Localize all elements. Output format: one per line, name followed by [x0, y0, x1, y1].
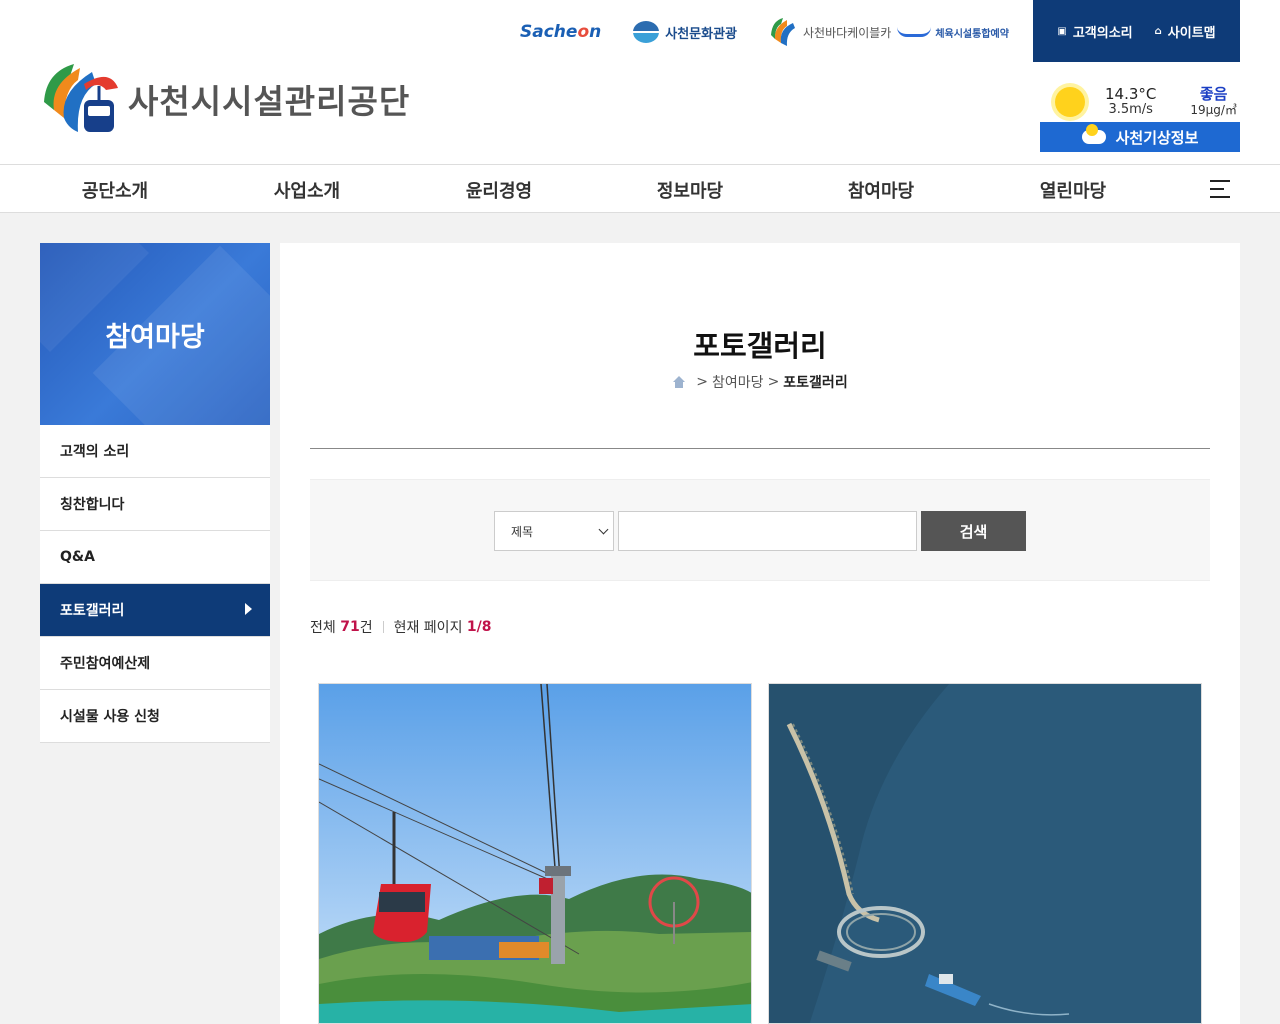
- site-logo[interactable]: 사천시시설관리공단: [40, 62, 410, 136]
- gnb-business[interactable]: 사업소개: [217, 177, 397, 203]
- sports-reservation-label: 체육시설통합예약: [935, 28, 1009, 40]
- sidebar-item-label: 주민참여예산제: [60, 656, 151, 672]
- sachon-logo-prefix: Sache: [520, 22, 578, 42]
- gnb-open-forum[interactable]: 열린마당: [983, 177, 1163, 203]
- all-menu-icon[interactable]: [1210, 180, 1230, 198]
- search-field-select[interactable]: 제목: [494, 511, 614, 551]
- breadcrumb-separator: >: [767, 374, 780, 390]
- search-keyword-input[interactable]: [618, 511, 917, 551]
- home-icon[interactable]: [672, 376, 686, 388]
- sidebar-item-label: 포토갤러리: [60, 603, 125, 619]
- breadcrumb-parent[interactable]: 참여마당: [712, 372, 764, 392]
- total-label: 전체: [310, 620, 336, 636]
- sitemap-link[interactable]: ⌂ 사이트맵: [1155, 22, 1216, 41]
- temperature: 14.3°C: [1105, 85, 1157, 103]
- page-label: 현재 페이지: [393, 620, 463, 636]
- gnb-about[interactable]: 공단소개: [25, 177, 205, 203]
- weather-info-button[interactable]: 사천기상정보: [1040, 122, 1240, 152]
- logo-mark-icon: [40, 62, 120, 136]
- sidebar-item-label: Q&A: [60, 549, 95, 565]
- gnb-information[interactable]: 정보마당: [600, 177, 780, 203]
- total-unit: 건: [359, 620, 373, 636]
- culture-tourism-label: 사천문화관광: [665, 26, 737, 42]
- weather-info-label: 사천기상정보: [1115, 128, 1199, 147]
- customer-voice-label: 고객의소리: [1072, 25, 1133, 41]
- sitemap-label: 사이트맵: [1167, 25, 1216, 41]
- sachon-logo-accent: o: [577, 22, 590, 42]
- breadcrumb: > 참여마당 > 포토갤러리: [280, 372, 1240, 392]
- sunny-icon: [1055, 87, 1085, 117]
- air-quality-status: 좋음: [1199, 85, 1228, 103]
- cablecar-link[interactable]: 사천바다케이블카 체육시설통합예약: [769, 17, 1041, 47]
- wind-speed: 3.5m/s: [1108, 102, 1153, 117]
- chevron-down-icon: [598, 524, 609, 535]
- total-value: 71: [340, 619, 360, 635]
- breadcrumb-separator: >: [696, 374, 709, 390]
- sidebar-item-label: 시설물 사용 신청: [60, 709, 160, 725]
- sports-reservation-link[interactable]: 체육시설통합예약: [897, 25, 1009, 40]
- sidebar-item-praise[interactable]: 칭찬합니다: [40, 478, 270, 531]
- gnb-participation[interactable]: 참여마당: [791, 177, 971, 203]
- sachon-logo-suffix: n: [589, 22, 602, 42]
- count-divider: [382, 621, 384, 633]
- gallery-item-cablecar-photo[interactable]: [318, 683, 752, 1024]
- customer-voice-link[interactable]: ▣ 고객의소리: [1057, 22, 1132, 41]
- site-header: 사천시시설관리공단 Sache o n 사천문화관광 사천바다케이블카 체육시설통합…: [0, 0, 1280, 164]
- search-field-value: 제목: [511, 524, 534, 539]
- main-navigation: 공단소개 사업소개 윤리경영 정보마당 참여마당 열린마당: [0, 164, 1280, 213]
- sidebar-title: 참여마당: [105, 321, 205, 353]
- page-value: 1/8: [466, 619, 492, 635]
- cablecar-logo-icon: [769, 17, 799, 47]
- home-icon: ⌂: [1154, 25, 1162, 37]
- air-quality-value: 19μg/㎥: [1190, 103, 1237, 117]
- document-icon: ▣: [1057, 25, 1067, 37]
- cablecar-label: 사천바다케이블카: [803, 25, 892, 40]
- sidebar-item-label: 고객의 소리: [60, 444, 130, 460]
- sports-wave-icon: [897, 27, 932, 37]
- family-site-links: Sache o n 사천문화관광 사천바다케이블카 체육시설통합예약: [520, 14, 1073, 50]
- sidebar-item-label: 칭찬합니다: [60, 497, 125, 513]
- culture-tourism-icon: [633, 21, 660, 43]
- breadcrumb-current: 포토갤러리: [783, 375, 848, 391]
- title-divider: [310, 448, 1210, 449]
- sidebar-item-photo-gallery[interactable]: 포토갤러리: [40, 584, 270, 637]
- culture-tourism-link[interactable]: 사천문화관광: [633, 21, 737, 43]
- chevron-right-icon: [245, 603, 252, 615]
- result-count: 전체 71 건 현재 페이지 1/8: [310, 617, 492, 637]
- sachon-link[interactable]: Sache o n: [520, 22, 601, 42]
- logo-text: 사천시시설관리공단: [128, 82, 411, 121]
- weather-widget: 14.3°C 3.5m/s 좋음 19μg/㎥ 사천기상정보: [1040, 84, 1240, 152]
- main-content: 포토갤러리 > 참여마당 > 포토갤러리 제목 검색 전체 71 건 현재 페이지…: [280, 243, 1240, 1024]
- sidebar-item-customer-voice[interactable]: 고객의 소리: [40, 425, 270, 478]
- cloud-sun-icon: [1081, 124, 1106, 144]
- sidebar: 참여마당 고객의 소리 칭찬합니다 Q&A 포토갤러리 주민참여예산제 시설물 …: [40, 243, 270, 743]
- sidebar-item-facility-request[interactable]: 시설물 사용 신청: [40, 690, 270, 743]
- sidebar-item-budget[interactable]: 주민참여예산제: [40, 637, 270, 690]
- gallery-item-sea-aerial-photo[interactable]: [768, 683, 1202, 1024]
- search-panel: 제목 검색: [310, 479, 1210, 581]
- utility-menu: ▣ 고객의소리 ⌂ 사이트맵: [1033, 0, 1240, 62]
- sidebar-item-qna[interactable]: Q&A: [40, 531, 270, 584]
- sidebar-header: 참여마당: [40, 243, 270, 425]
- page-title: 포토갤러리: [693, 329, 827, 363]
- gnb-ethics[interactable]: 윤리경영: [409, 177, 589, 203]
- search-button[interactable]: 검색: [921, 511, 1026, 551]
